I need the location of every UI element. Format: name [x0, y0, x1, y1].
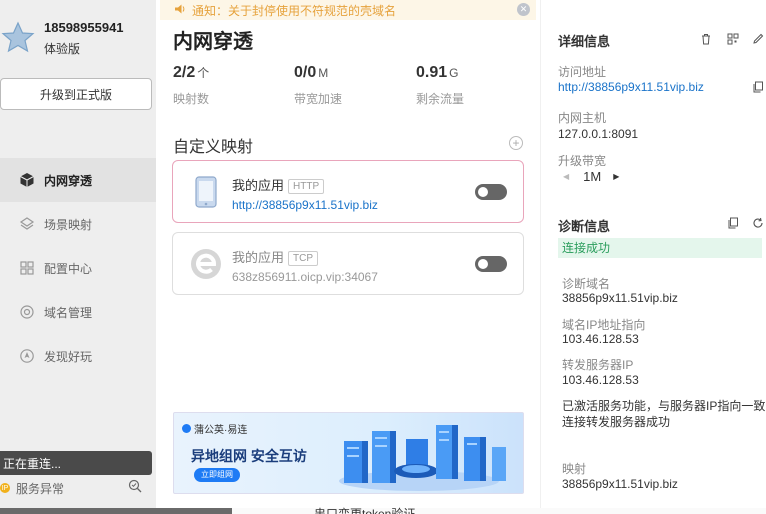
sidebar-item-label: 域名管理 — [44, 305, 93, 320]
stat-unit: G — [449, 66, 459, 80]
banner-cta-button[interactable]: 立即组网 — [194, 468, 240, 482]
host-value: 127.0.0.1:8091 — [558, 127, 639, 141]
section-title: 自定义映射 — [173, 139, 254, 156]
qrcode-icon[interactable] — [726, 32, 740, 46]
stat-unit: M — [318, 66, 329, 80]
sidebar: 18598955941 体验版 升级到正式版 内网穿透 场景映射 配置中心 域名… — [0, 0, 156, 508]
diag-ip-value: 103.46.128.53 — [562, 332, 639, 346]
edit-icon[interactable] — [751, 32, 765, 46]
sidebar-item-label: 内网穿透 — [44, 173, 93, 188]
mapping-name: 我的应用 — [232, 178, 285, 193]
browser-e-icon — [189, 247, 223, 281]
stat-label: 带宽加速 — [294, 92, 343, 106]
decrease-arrow-icon[interactable]: ◀ — [563, 172, 569, 181]
banner-headline: 异地组网 安全互访 — [191, 448, 307, 464]
user-phone: 18598955941 — [44, 20, 124, 35]
bandwidth-stepper[interactable]: ◀ 1M ▶ — [563, 169, 619, 184]
stat-unit: 个 — [197, 66, 210, 80]
avatar-star-icon[interactable] — [0, 20, 36, 56]
close-icon[interactable]: ✕ — [517, 3, 530, 16]
increase-arrow-icon[interactable]: ▶ — [613, 172, 619, 181]
protocol-tag: TCP — [288, 251, 319, 267]
warning-dot-icon: IP — [0, 483, 10, 493]
mapping-toggle[interactable] — [475, 184, 507, 200]
diag-server-label: 转发服务器IP — [562, 358, 634, 372]
diag-server-value: 103.46.128.53 — [562, 373, 639, 387]
globe-gear-icon — [18, 303, 36, 321]
page-title: 内网穿透 — [173, 31, 253, 53]
cube-icon — [18, 171, 36, 189]
access-url[interactable]: http://38856p9x11.51vip.biz — [558, 80, 704, 94]
servers-illustration — [324, 413, 523, 493]
details-panel: 详细信息 访问地址 http://38856p9x11.51vip.biz 内网… — [540, 0, 766, 508]
banner-brand: 蒲公英·易连 — [182, 421, 247, 436]
upgrade-button[interactable]: 升级到正式版 — [0, 78, 152, 110]
diag-note: 已激活服务功能，与服务器IP指向一致连接转发服务器成功 — [562, 399, 766, 429]
sidebar-item-scene[interactable]: 场景映射 — [0, 202, 156, 246]
trash-icon[interactable] — [699, 32, 713, 46]
mapping-name: 我的应用 — [232, 250, 285, 265]
sidebar-item-discover[interactable]: 发现好玩 — [0, 334, 156, 378]
stat-value: 0.91 — [416, 64, 448, 81]
stat-label: 剩余流量 — [416, 92, 465, 106]
diag-domain-label: 诊断域名 — [562, 277, 611, 291]
compass-icon — [18, 347, 36, 365]
diag-ip-label: 域名IP地址指向 — [562, 318, 646, 332]
sidebar-nav: 内网穿透 场景映射 配置中心 域名管理 发现好玩 — [0, 158, 156, 378]
host-label: 内网主机 — [558, 111, 607, 125]
connection-status-badge: 连接成功 — [558, 238, 762, 258]
diag-mapping-value: 38856p9x11.51vip.biz — [562, 477, 678, 491]
background-window-text: 串口变更token验证 — [314, 507, 416, 514]
sidebar-item-config[interactable]: 配置中心 — [0, 246, 156, 290]
protocol-tag: HTTP — [288, 179, 325, 195]
service-status[interactable]: IP 服务异常 — [0, 479, 152, 497]
device-icon — [189, 175, 223, 209]
stat-value: 2/2 — [173, 64, 196, 81]
bandwidth-value: 1M — [583, 169, 602, 184]
app-window: 18598955941 体验版 升级到正式版 内网穿透 场景映射 配置中心 域名… — [0, 0, 766, 508]
copy-icon[interactable] — [726, 216, 740, 230]
main-panel: 通知：关于封停使用不符规范的壳域名 ✕ 内网穿透 2/2 个 映射数 0/0 M 带… — [156, 0, 540, 508]
promo-banner[interactable]: 蒲公英·易连 异地组网 安全互访 立即组网 — [173, 412, 524, 494]
stat-label: 映射数 — [173, 92, 210, 106]
stat-traffic: 0.91 G 剩余流量 — [416, 64, 464, 107]
mapping-card-tcp[interactable]: 我的应用 TCP 638z856911.oicp.vip:34067 — [172, 232, 524, 295]
layers-icon — [18, 215, 36, 233]
sidebar-item-label: 场景映射 — [44, 217, 93, 232]
stat-value: 0/0 — [294, 64, 317, 81]
add-mapping-button[interactable]: + — [509, 136, 523, 150]
speaker-icon — [174, 3, 186, 18]
stat-bandwidth: 0/0 M 带宽加速 — [294, 64, 342, 107]
mapping-url[interactable]: http://38856p9x11.51vip.biz — [232, 198, 378, 212]
diag-domain-value: 38856p9x11.51vip.biz — [562, 291, 678, 305]
sidebar-item-label: 发现好玩 — [44, 349, 93, 364]
stat-mappings: 2/2 个 映射数 — [173, 64, 209, 107]
mapping-toggle[interactable] — [475, 256, 507, 272]
grid-icon — [18, 259, 36, 277]
service-status-label: 服务异常 — [16, 481, 65, 496]
notice-text: 通知：关于封停使用不符规范的壳域名 — [192, 3, 397, 18]
access-label: 访问地址 — [558, 65, 607, 79]
diagnosis-title: 诊断信息 — [558, 219, 611, 234]
diagnose-search-icon[interactable] — [128, 479, 142, 496]
copy-icon[interactable] — [751, 80, 765, 94]
refresh-icon[interactable] — [751, 216, 765, 230]
notice-bar[interactable]: 通知：关于封停使用不符规范的壳域名 ✕ — [160, 0, 536, 20]
sidebar-item-intranet[interactable]: 内网穿透 — [0, 158, 156, 202]
user-level: 体验版 — [44, 42, 81, 56]
diag-mapping-label: 映射 — [562, 462, 587, 476]
sidebar-item-domain[interactable]: 域名管理 — [0, 290, 156, 334]
brand-logo-icon — [182, 424, 191, 433]
details-title: 详细信息 — [558, 34, 611, 49]
mapping-url[interactable]: 638z856911.oicp.vip:34067 — [232, 270, 378, 284]
background-window-content — [232, 508, 766, 514]
bandwidth-label: 升级带宽 — [558, 154, 607, 168]
mapping-card-http[interactable]: 我的应用 HTTP http://38856p9x11.51vip.biz — [172, 160, 524, 223]
reconnect-toast: 正在重连... — [0, 451, 152, 475]
sidebar-item-label: 配置中心 — [44, 261, 93, 276]
